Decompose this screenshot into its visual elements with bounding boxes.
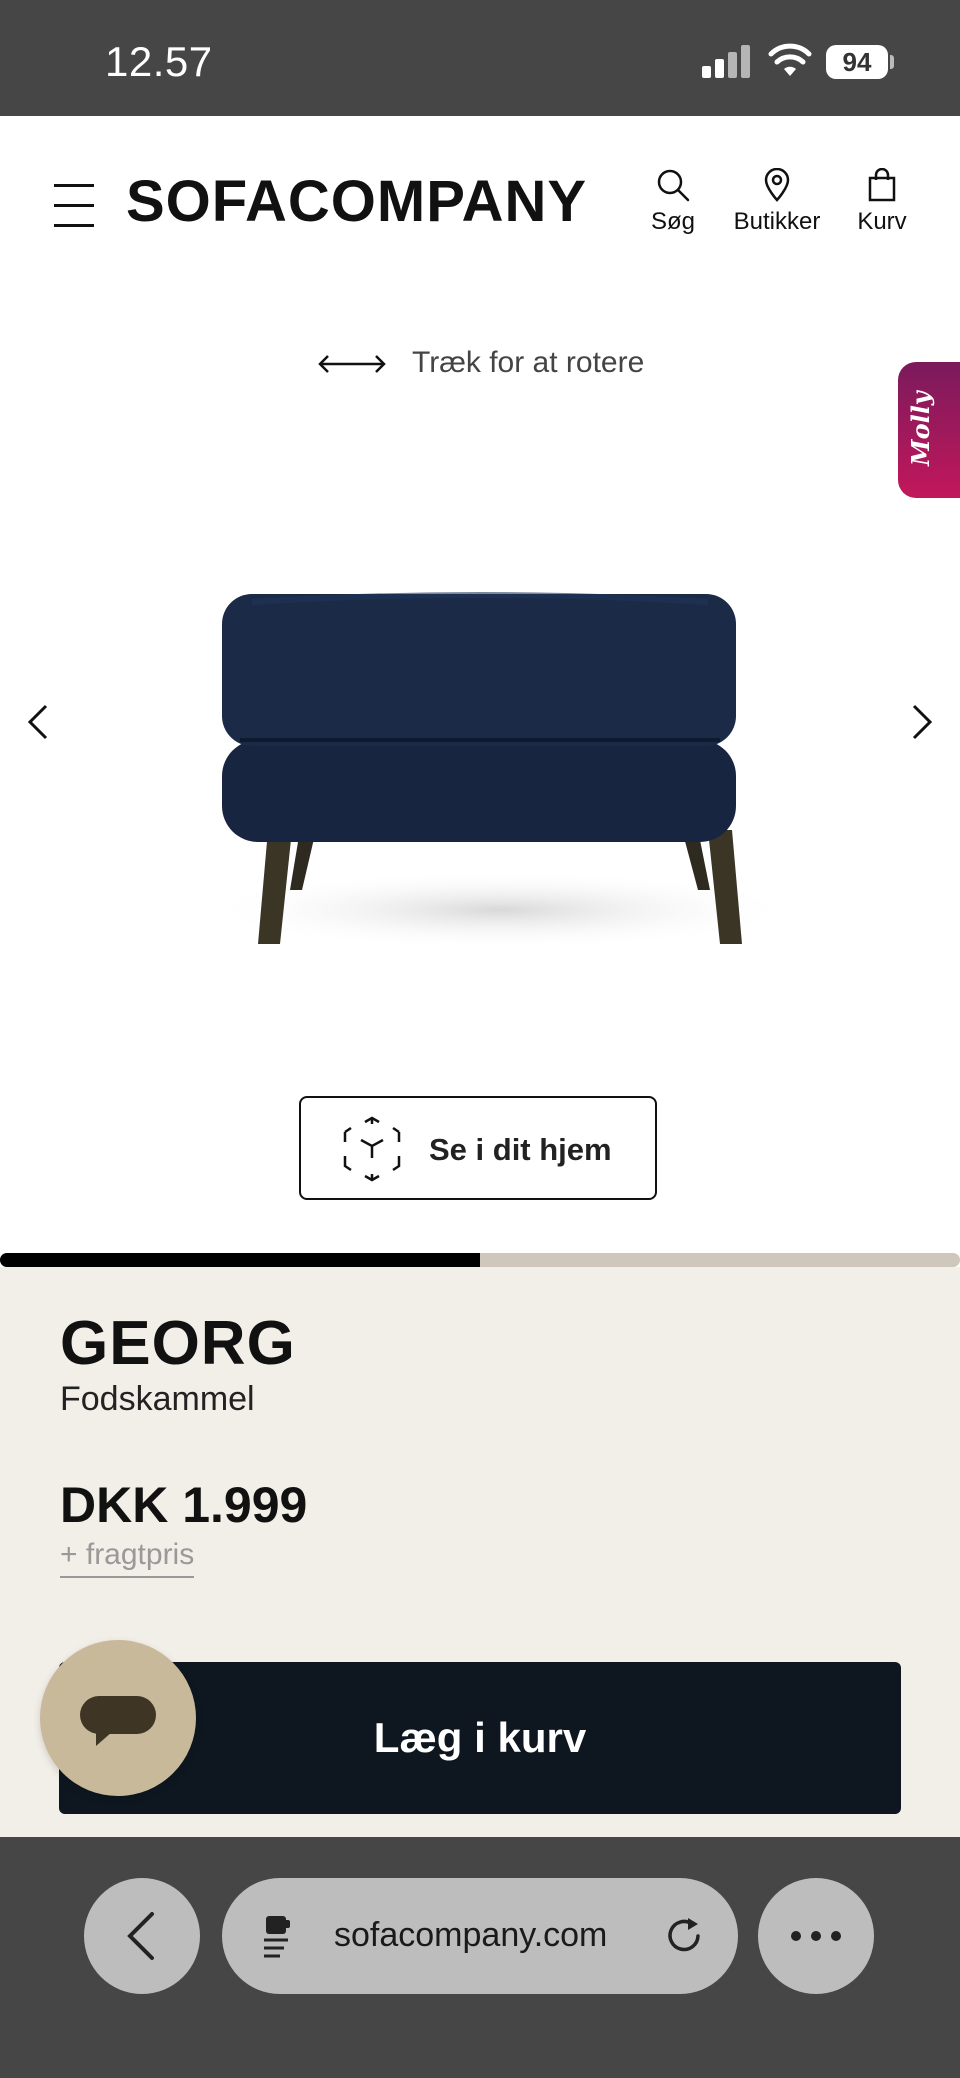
site-logo[interactable]: SOFACOMPANY [126,168,587,235]
chat-button[interactable] [40,1640,196,1796]
rotate-hint-text: Træk for at rotere [412,346,645,379]
menu-icon[interactable] [54,184,94,228]
product-price: DKK 1.999 [60,1477,308,1533]
status-time: 12.57 [105,38,213,85]
chat-bubble-icon [80,1696,156,1746]
reload-icon[interactable] [662,1914,706,1958]
ellipsis-icon [791,1931,841,1941]
wifi-icon [768,42,812,78]
gallery-progress-bar [0,1253,960,1267]
chevron-right-icon [912,704,933,740]
product-type: Fodskammel [60,1380,255,1418]
stores-label: Butikker [733,208,821,235]
cart-button[interactable]: Kurv [852,168,912,236]
search-button[interactable]: Søg [646,168,700,236]
battery-icon: 94 [826,45,888,79]
product-name: GEORG [60,1309,296,1378]
view-in-home-label: Se i dit hjem [429,1132,612,1167]
next-image-button[interactable] [902,700,942,744]
chevron-left-icon [27,704,48,740]
location-pin-icon [764,168,790,202]
signal-icon [702,44,750,78]
chevron-left-icon [127,1912,154,1960]
cart-label: Kurv [857,208,907,235]
battery-tip [890,55,894,69]
address-bar[interactable]: sofacompany.com [222,1878,738,1994]
gallery-progress-fill [0,1253,480,1267]
shopping-bag-icon [868,168,896,202]
molly-label: Molly [906,391,935,466]
page-menu-icon [264,1916,290,1958]
freight-link[interactable]: + fragtpris [60,1538,195,1578]
ar-cube-icon [343,1116,401,1182]
view-in-home-button[interactable]: Se i dit hjem [299,1096,657,1200]
search-label: Søg [650,208,695,235]
browser-back-button[interactable] [84,1878,200,1994]
molly-chat-tab[interactable]: Molly [898,362,960,498]
search-icon [657,169,690,202]
horizontal-arrows-icon [318,355,386,373]
product-3d-view[interactable] [180,580,820,960]
stores-button[interactable]: Butikker [726,168,828,236]
previous-image-button[interactable] [18,700,58,744]
url-text: sofacompany.com [334,1916,608,1954]
more-options-button[interactable] [758,1878,874,1994]
rotate-hint: Træk for at rotere [316,346,644,380]
